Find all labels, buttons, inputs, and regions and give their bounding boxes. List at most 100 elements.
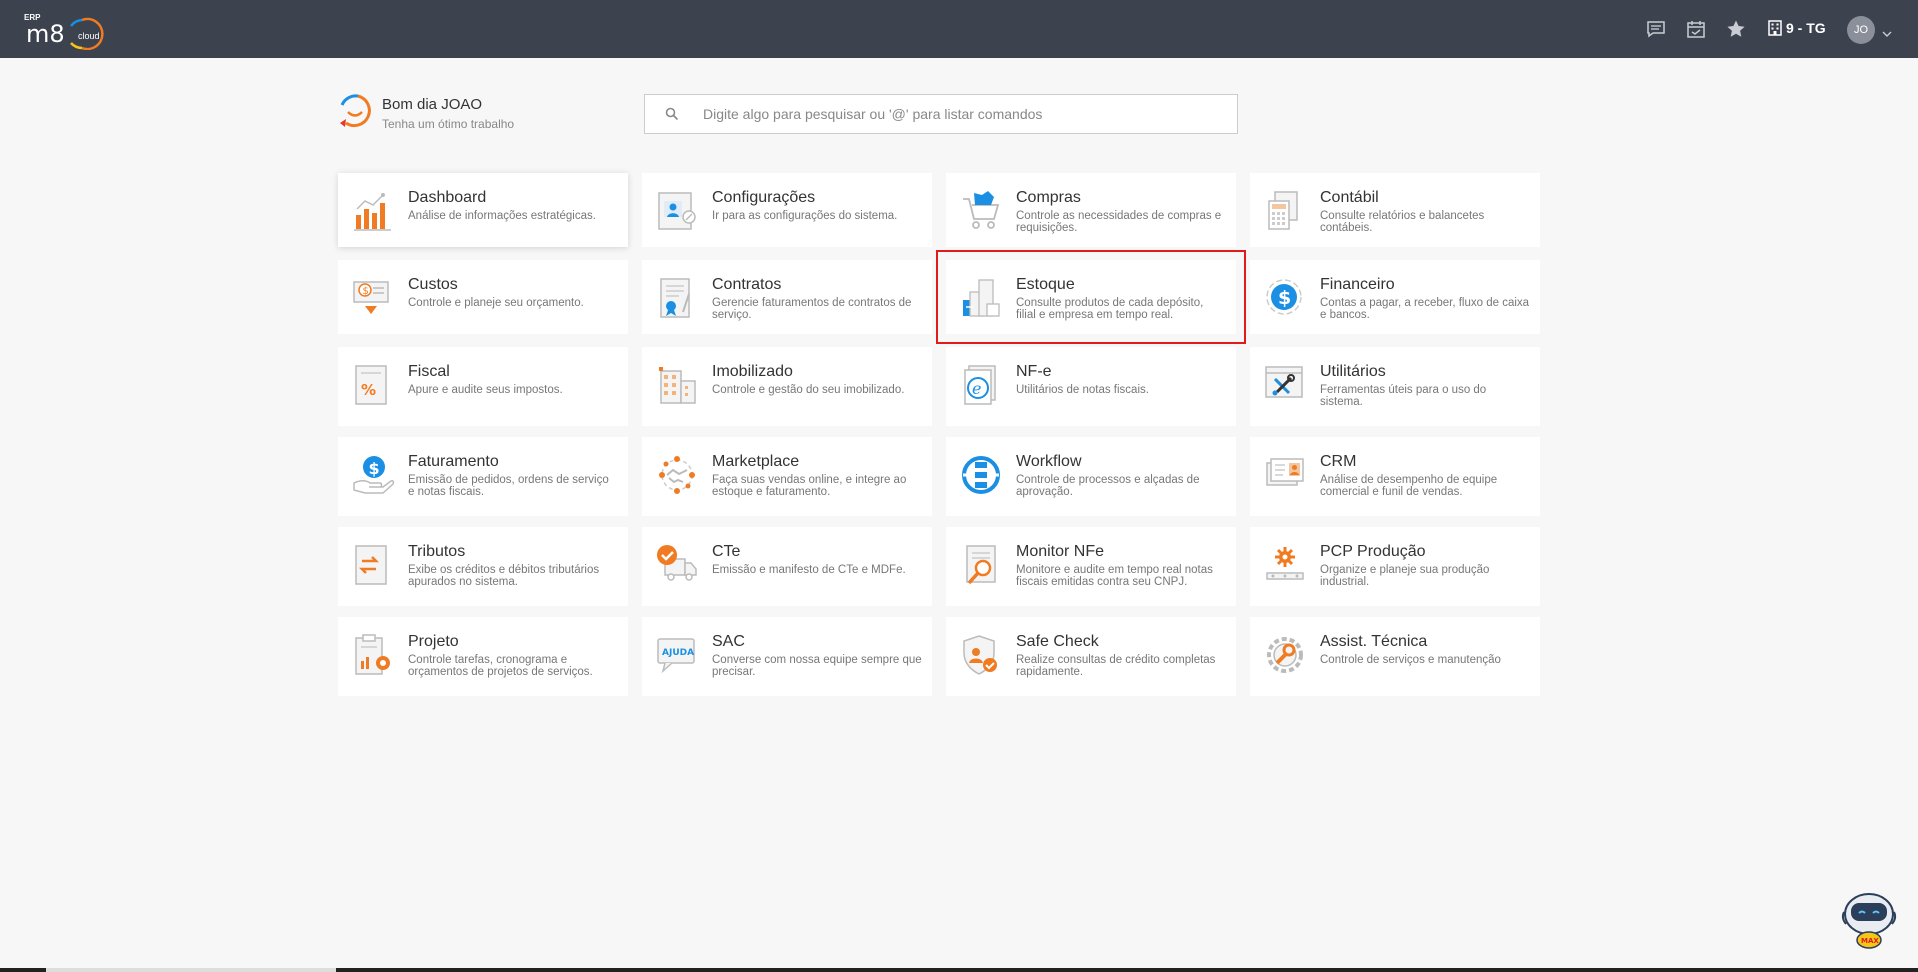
workflow-icon (946, 451, 1016, 516)
module-desc: Controle de processos e alçadas de aprov… (1016, 474, 1200, 498)
money-down-icon: $ (338, 274, 408, 334)
company-selector[interactable]: 9 - TG (1768, 20, 1826, 36)
calendar-icon[interactable] (1686, 19, 1708, 39)
logo-cloud-text: cloud (78, 31, 100, 41)
shopping-cart-icon (946, 187, 1016, 247)
module-card-contratos[interactable]: Contratos Gerencie faturamentos de contra… (642, 260, 932, 334)
module-card-utilitarios[interactable]: Utilitários Ferramentas úteis para o uso … (1250, 347, 1540, 426)
settings-profile-icon (642, 187, 712, 247)
bottom-scroll-thumb[interactable] (46, 968, 336, 972)
module-card-imobilizado[interactable]: Imobilizado Controle e gestão do seu imob… (642, 347, 932, 426)
module-title: Financeiro (1320, 276, 1395, 293)
module-desc: Contas a pagar, a receber, fluxo de caix… (1320, 297, 1530, 321)
module-card-sac[interactable]: AJUDA SAC Converse com nossa equipe sempr… (642, 617, 932, 696)
module-card-configuracoes[interactable]: Configurações Ir para as configurações do… (642, 173, 932, 247)
module-card-crm[interactable]: CRM Análise de desempenho de equipe comer… (1250, 437, 1540, 516)
module-card-fiscal[interactable]: % Fiscal Apure e audite seus impostos. (338, 347, 628, 426)
module-card-tributos[interactable]: Tributos Exibe os créditos e débitos trib… (338, 527, 628, 606)
module-card-projeto[interactable]: Projeto Controle tarefas, cronograma e or… (338, 617, 628, 696)
module-card-marketplace[interactable]: Marketplace Faça suas vendas online, e in… (642, 437, 932, 516)
module-title: SAC (712, 633, 745, 650)
module-title: Safe Check (1016, 633, 1099, 650)
module-card-pcp-producao[interactable]: PCP Produção Organize e planeje sua produ… (1250, 527, 1540, 606)
greeting-title: Bom dia JOAO (382, 96, 483, 113)
top-bar: ERP m8 cloud 9 - TG JO (0, 0, 1918, 58)
module-title: Contratos (712, 276, 782, 293)
module-card-compras[interactable]: Compras Controle as necessidades de compr… (946, 173, 1236, 247)
gear-conveyor-icon (1250, 541, 1320, 606)
star-icon[interactable] (1726, 19, 1748, 39)
module-desc: Análise de desempenho de equipe comercia… (1320, 474, 1498, 498)
tools-icon (1250, 361, 1320, 426)
module-desc: Ir para as configurações do sistema. (712, 210, 898, 222)
module-desc: Exibe os créditos e débitos tributários … (408, 564, 600, 588)
module-title: Estoque (1016, 276, 1075, 293)
module-card-contabil[interactable]: Contábil Consulte relatórios e balancetes… (1250, 173, 1540, 247)
module-card-monitor-nfe[interactable]: Monitor NFe Monitore e audite em tempo re… (946, 527, 1236, 606)
module-desc: Converse com nossa equipe sempre que pre… (712, 654, 922, 678)
tax-transfer-icon (338, 541, 408, 606)
module-card-dashboard[interactable]: Dashboard Análise de informações estratég… (338, 173, 628, 247)
percent-document-icon: % (338, 361, 408, 426)
module-desc: Realize consultas de crédito completas r… (1016, 654, 1216, 678)
warehouse-boxes-icon (946, 274, 1016, 334)
module-card-estoque[interactable]: Estoque Consulte produtos de cada depósit… (936, 250, 1246, 344)
sac-badge-text: AJUDA (662, 648, 694, 658)
module-desc: Análise de informações estratégicas. (408, 210, 596, 222)
search-input[interactable] (703, 106, 1223, 122)
module-desc: Controle e gestão do seu imobilizado. (712, 384, 905, 396)
module-card-financeiro[interactable]: $ Financeiro Contas a pagar, a receber, f… (1250, 260, 1540, 334)
module-title: Dashboard (408, 189, 487, 206)
module-title: Compras (1016, 189, 1081, 206)
module-card-assist-tecnica[interactable]: Assist. Técnica Controle de serviços e ma… (1250, 617, 1540, 696)
module-card-custos[interactable]: $ Custos Controle e planeje seu orçamento… (338, 260, 628, 334)
module-card-faturamento[interactable]: $ Faturamento Emissão de pedidos, ordens … (338, 437, 628, 516)
contact-card-icon (1250, 451, 1320, 516)
search-box[interactable] (644, 94, 1238, 134)
module-title: Imobilizado (712, 363, 793, 380)
svg-text:$: $ (369, 459, 380, 478)
search-icon (665, 107, 679, 121)
module-desc: Monitore e audite em tempo real notas fi… (1016, 564, 1213, 588)
greeting-subtitle: Tenha um ótimo trabalho (382, 117, 515, 131)
module-title: Projeto (408, 633, 459, 650)
module-card-cte[interactable]: CTe Emissão e manifesto de CTe e MDFe. (642, 527, 932, 606)
svg-text:%: % (361, 381, 376, 399)
chat-icon[interactable] (1646, 19, 1668, 39)
wrench-gear-icon (1250, 631, 1320, 696)
module-title: Configurações (712, 189, 816, 206)
shield-check-icon (946, 631, 1016, 696)
module-desc: Gerencie faturamentos de contratos de se… (712, 297, 912, 321)
module-title: Marketplace (712, 453, 800, 470)
module-title: Faturamento (408, 453, 499, 470)
module-card-nfe[interactable]: e NF-e Utilitários de notas fiscais. (946, 347, 1236, 426)
module-desc: Controle e planeje seu orçamento. (408, 297, 584, 309)
module-desc: Consulte produtos de cada depósito, fili… (1016, 297, 1204, 321)
contract-icon (642, 274, 712, 334)
module-title: Utilitários (1320, 363, 1386, 380)
chevron-down-icon[interactable] (1882, 25, 1892, 43)
module-title: PCP Produção (1320, 543, 1426, 560)
dollar-coin-icon: $ (1250, 274, 1320, 334)
svg-text:$: $ (363, 286, 369, 297)
bottom-scroll-track (0, 968, 1918, 972)
module-title: Tributos (408, 543, 466, 560)
module-card-safe-check[interactable]: Safe Check Realize consultas de crédito c… (946, 617, 1236, 696)
hand-dollar-icon: $ (338, 451, 408, 516)
max-robot-assistant-icon[interactable]: MAX (1840, 890, 1898, 950)
module-desc: Apure e audite seus impostos. (408, 384, 563, 396)
avatar[interactable]: JO (1847, 16, 1875, 44)
module-desc: Controle de serviços e manutenção (1320, 654, 1501, 666)
magnifier-document-icon (946, 541, 1016, 606)
company-name: 9 - TG (1786, 20, 1826, 36)
module-title: Assist. Técnica (1320, 633, 1428, 650)
m8-logo[interactable]: ERP m8 cloud (24, 12, 114, 50)
svg-text:$: $ (1278, 287, 1291, 309)
calculator-document-icon (1250, 187, 1320, 247)
nfe-document-icon: e (946, 361, 1016, 426)
module-desc: Emissão de pedidos, ordens de serviço e … (408, 474, 609, 498)
module-desc: Organize e planeje sua produção industri… (1320, 564, 1490, 588)
module-card-workflow[interactable]: Workflow Controle de processos e alçadas … (946, 437, 1236, 516)
module-desc: Emissão e manifesto de CTe e MDFe. (712, 564, 906, 576)
module-title: Custos (408, 276, 458, 293)
